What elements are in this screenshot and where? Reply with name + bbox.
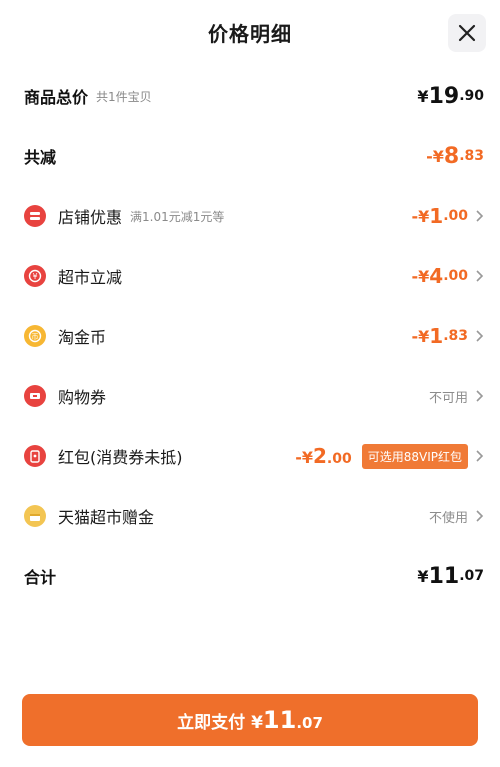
chevron-right-icon (476, 270, 484, 282)
store-discount-label: 店铺优惠 (58, 208, 123, 227)
chevron-right-icon (476, 450, 484, 462)
discount-sign: -¥ (295, 448, 313, 467)
total-discount-label: 共减 (24, 148, 57, 167)
svg-text:¥: ¥ (32, 272, 37, 281)
price-integer: 19 (428, 83, 460, 109)
pay-button-label: 立即支付 (177, 713, 246, 733)
sheet-header: 价格明细 (0, 0, 500, 66)
svg-text:币: 币 (32, 333, 39, 341)
store-discount-value: -¥ 1.00 (411, 204, 484, 228)
store-discount-icon (24, 205, 46, 227)
discount-sign: -¥ (411, 326, 430, 346)
market-discount-label: 超市立减 (58, 268, 123, 287)
price-detail-sheet: 价格明细 商品总价 共1件宝贝 ¥19.90 共减 -¥ 8.83 店铺优惠 满1… (0, 0, 500, 767)
price-integer: 4 (429, 264, 444, 288)
row-taojinbi[interactable]: 币 淘金币 -¥ 1.83 (0, 316, 500, 356)
row-total-price: 商品总价 共1件宝贝 ¥19.90 (0, 76, 500, 116)
market-discount-icon: ¥ (24, 265, 46, 287)
row-red-packet[interactable]: 红包(消费券未抵) -¥2.00 可选用88VIP红包 (0, 436, 500, 476)
discount-sign: -¥ (426, 146, 444, 166)
red-packet-label: 红包(消费券未抵) (58, 448, 183, 467)
currency-symbol: ¥ (417, 86, 429, 106)
total-price-label: 商品总价 (24, 88, 89, 107)
price-integer: 2 (313, 444, 327, 468)
currency-symbol: ¥ (417, 566, 429, 586)
chevron-right-icon (476, 210, 484, 222)
price-integer: 8 (443, 143, 460, 169)
coin-label: 淘金币 (58, 328, 107, 347)
coin-value: -¥ 1.83 (411, 324, 484, 348)
discount-sign: -¥ (411, 266, 430, 286)
price-decimal: .00 (326, 451, 352, 467)
page-title: 价格明细 (208, 22, 292, 46)
coin-icon: 币 (24, 325, 46, 347)
currency-symbol: ¥ (251, 713, 263, 733)
discount-sign: -¥ (411, 206, 430, 226)
price-decimal: .07 (459, 568, 484, 584)
row-store-discount[interactable]: 店铺优惠 满1.01元减1元等 -¥ 1.00 (0, 196, 500, 236)
red-packet-amount: -¥2.00 (295, 444, 352, 468)
price-integer: 11 (262, 706, 297, 734)
vip-red-packet-badge[interactable]: 可选用88VIP红包 (361, 443, 468, 469)
pay-now-button[interactable]: 立即支付 ¥11.07 (22, 694, 478, 746)
total-price-value: ¥19.90 (417, 84, 484, 109)
coupon-label: 购物券 (58, 388, 107, 407)
row-tmall-gift[interactable]: 天猫超市赠金 不使用 (0, 496, 500, 536)
row-shopping-coupon[interactable]: 购物券 不可用 (0, 376, 500, 416)
gift-label: 天猫超市赠金 (58, 508, 155, 527)
price-decimal: .00 (443, 268, 468, 284)
store-discount-note: 满1.01元减1元等 (130, 209, 225, 224)
close-button[interactable] (448, 14, 486, 52)
price-decimal: .83 (459, 148, 484, 164)
gift-status-text: 不使用 (428, 510, 468, 526)
sum-value: ¥11.07 (417, 564, 484, 589)
total-discount-value: -¥ 8.83 (426, 144, 484, 169)
price-decimal: .07 (296, 714, 323, 732)
coupon-icon (24, 385, 46, 407)
gift-status: 不使用 (429, 507, 484, 526)
price-decimal: .00 (443, 208, 468, 224)
price-decimal: .83 (443, 328, 468, 344)
chevron-right-icon (476, 390, 484, 402)
price-integer: 11 (428, 563, 460, 589)
red-packet-icon (24, 445, 46, 467)
price-integer: 1 (429, 324, 444, 348)
sum-label: 合计 (24, 568, 57, 587)
gift-icon (24, 505, 46, 527)
coupon-status-text: 不可用 (428, 390, 468, 406)
price-integer: 1 (429, 204, 444, 228)
row-market-discount[interactable]: ¥ 超市立减 -¥ 4.00 (0, 256, 500, 296)
chevron-right-icon (476, 330, 484, 342)
row-sum: 合计 ¥11.07 (0, 556, 500, 596)
coupon-status: 不可用 (429, 387, 484, 406)
row-total-discount: 共减 -¥ 8.83 (0, 136, 500, 176)
red-packet-value: -¥2.00 可选用88VIP红包 (295, 443, 484, 469)
price-decimal: .90 (459, 88, 484, 104)
item-count-note: 共1件宝贝 (96, 89, 152, 104)
chevron-right-icon (476, 510, 484, 522)
market-discount-value: -¥ 4.00 (411, 264, 484, 288)
close-icon (458, 24, 476, 42)
